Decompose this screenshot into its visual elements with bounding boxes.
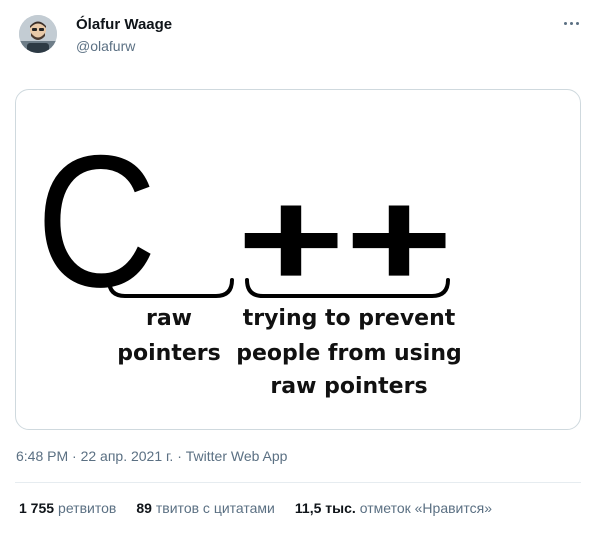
plus-plus-text: ++ [237,162,453,316]
meta-separator: · [173,448,186,464]
tweet-stats: 1 755 ретвитов 89 твитов с цитатами 11,5 т… [19,500,512,516]
retweets-count: 1 755 [19,500,55,516]
divider [15,482,581,483]
quotes-stat[interactable]: 89 твитов с цитатами [136,500,275,516]
cpp-meme-image: C ++ raw pointers trying to prevent peop… [36,116,462,399]
tweet-time[interactable]: 6:48 PM [16,448,68,464]
meta-separator: · [68,448,81,464]
right-caption-line-3: raw pointers [270,374,427,399]
likes-count: 11,5 тыс. [294,500,356,516]
avatar[interactable] [19,15,57,53]
quotes-count: 89 [136,500,152,516]
tweet-date[interactable]: 22 апр. 2021 г. [81,448,174,464]
tweet-source[interactable]: Twitter Web App [186,448,288,464]
avatar-illustration-icon [19,15,57,53]
right-caption-line-1: trying to prevent [243,306,456,331]
retweets-stat[interactable]: 1 755 ретвитов [19,500,116,516]
left-caption-line-1: raw [146,306,192,331]
user-handle[interactable]: @olafurw [76,38,135,54]
retweets-label: ретвитов [58,500,117,516]
likes-label: отметок «Нравится» [359,500,492,516]
likes-stat[interactable]: 11,5 тыс. отметок «Нравится» [295,500,492,516]
quotes-label: твитов с цитатами [155,500,275,516]
right-caption-line-2: people from using [236,341,461,366]
more-dots-icon[interactable] [560,12,582,34]
display-name[interactable]: Ólafur Waage [76,16,172,33]
tweet-image[interactable]: C ++ raw pointers trying to prevent peop… [15,89,581,430]
left-caption-line-2: pointers [117,341,220,366]
tweet-header: Ólafur Waage @olafurw [0,0,596,80]
tweet-meta: 6:48 PM · 22 апр. 2021 г. · Twitter Web … [16,448,287,464]
